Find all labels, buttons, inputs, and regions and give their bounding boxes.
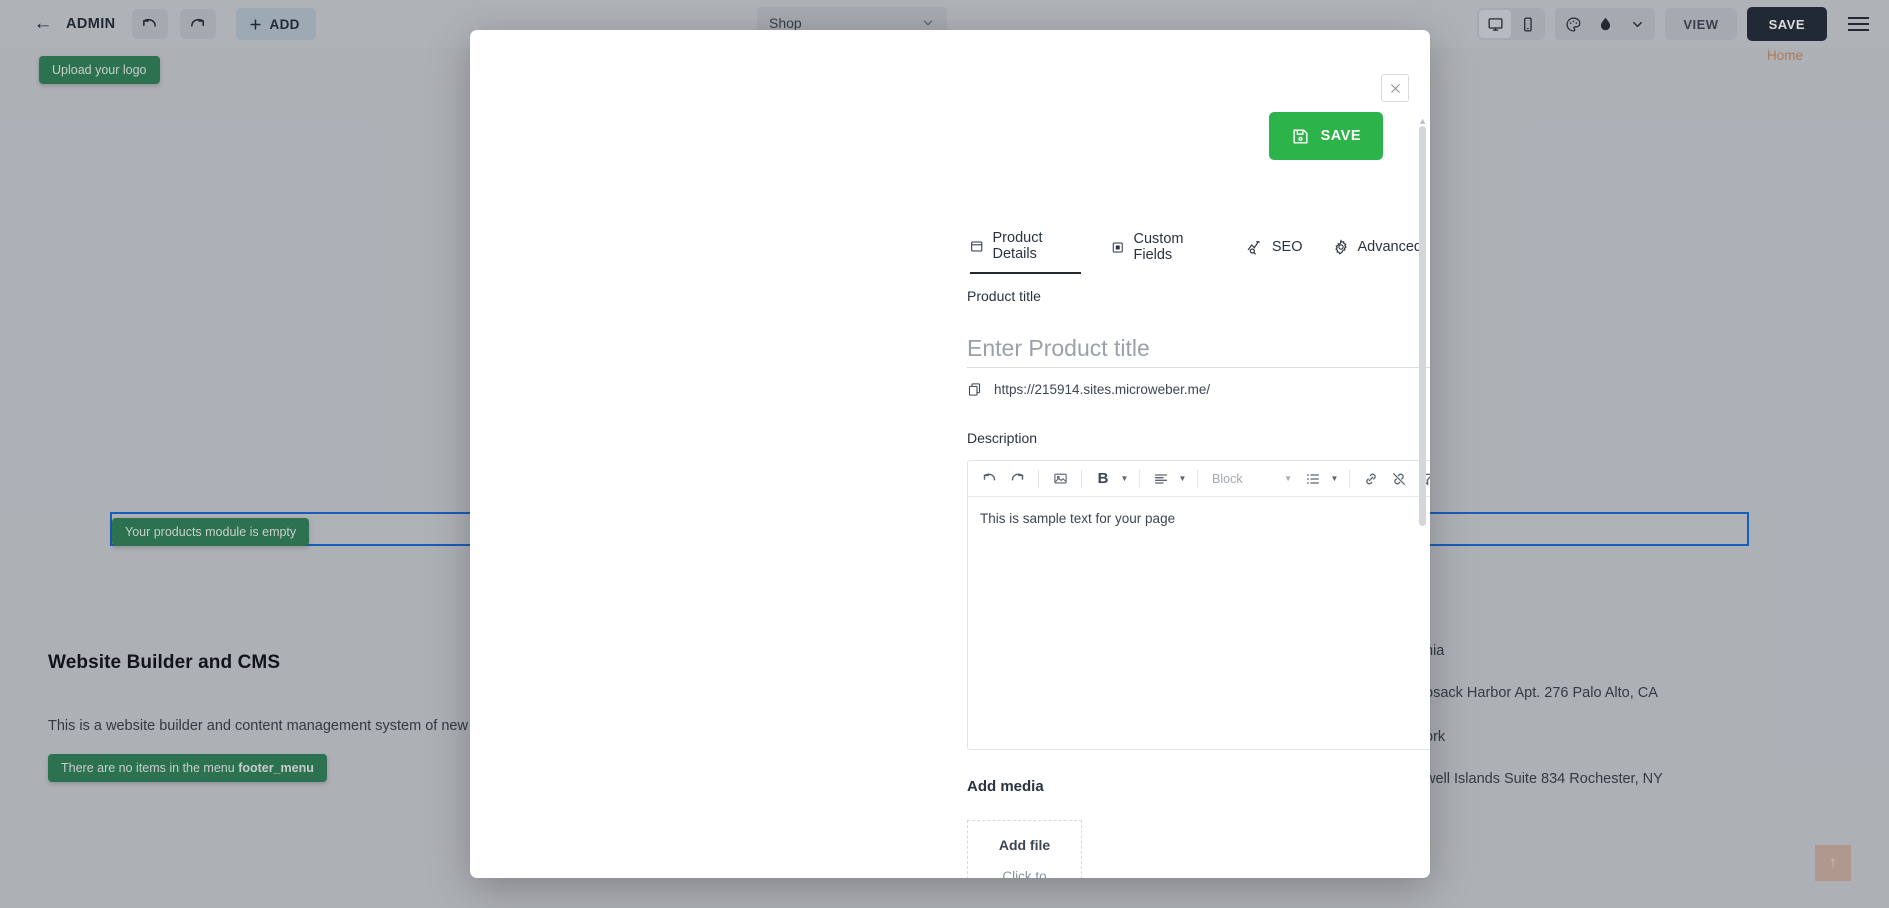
undo-icon (983, 473, 995, 481)
custom-fields-icon (1112, 241, 1123, 253)
close-icon (1390, 83, 1400, 93)
modal-tabs: Product Details Custom Fields SEO Advanc… (970, 230, 1422, 274)
product-title-input[interactable] (967, 330, 1430, 368)
chevron-down-icon: ▼ (1284, 474, 1292, 483)
description-label: Description (967, 430, 1038, 446)
unlink-icon (1393, 472, 1405, 485)
redo-icon (1011, 473, 1023, 481)
editor-align-dropdown[interactable]: ▼ (1176, 474, 1189, 483)
description-editor: B ▼ ▼ Block ▼ ▼ This is sample text for … (967, 460, 1430, 750)
editor-bold-dropdown[interactable]: ▼ (1118, 474, 1131, 483)
layout-icon (971, 240, 983, 252)
editor-undo-button[interactable] (976, 466, 1002, 492)
image-icon (1053, 473, 1067, 484)
editor-link-button[interactable] (1358, 466, 1384, 492)
tab-seo[interactable]: SEO (1247, 239, 1303, 265)
editor-toolbar: B ▼ ▼ Block ▼ ▼ (968, 461, 1430, 497)
editor-list-dropdown[interactable]: ▼ (1328, 474, 1341, 483)
product-url-text: https://215914.sites.microweber.me/ (994, 382, 1211, 397)
tab-custom-fields[interactable]: Custom Fields (1111, 231, 1217, 273)
tab-label: SEO (1271, 239, 1303, 255)
gear-icon (1334, 239, 1347, 255)
editor-unlink-button[interactable] (1386, 466, 1412, 492)
tab-label: Product Details (992, 230, 1043, 262)
copy-icon (968, 383, 981, 396)
dropzone-subtitle: Click to (1002, 869, 1047, 878)
modal-save-button[interactable]: SAVE (1268, 112, 1383, 160)
tab-product-details[interactable]: Product Details (970, 230, 1081, 274)
seo-chart-icon (1247, 241, 1260, 255)
product-title-label: Product title (967, 288, 1041, 304)
align-left-icon (1155, 473, 1167, 484)
tab-label: Custom Fields (1133, 231, 1184, 263)
dropzone-title: Add file (998, 837, 1051, 853)
toolbar-divider (1197, 469, 1198, 488)
page-root: Upload your logo Home Your products modu… (0, 0, 1889, 908)
editor-block-label: Block (1212, 471, 1243, 486)
toolbar-divider (1081, 469, 1082, 488)
product-url-row[interactable]: https://215914.sites.microweber.me/ (967, 382, 1210, 397)
tab-label: Advanced (1357, 239, 1423, 255)
toolbar-divider (1349, 469, 1350, 488)
modal-save-label: SAVE (1320, 128, 1361, 144)
add-media-label: Add media (967, 778, 1044, 795)
toolbar-divider (1038, 469, 1039, 488)
modal-scrollbar-thumb[interactable] (1419, 126, 1426, 526)
scrollbar-up-arrow[interactable]: ▲ (1418, 116, 1427, 126)
floppy-disk-icon (1293, 128, 1308, 144)
editor-insert-image-button[interactable] (1047, 466, 1073, 492)
bullet-list-icon (1307, 473, 1319, 484)
toolbar-divider (1139, 469, 1140, 488)
media-dropzone[interactable]: Add file Click to (967, 820, 1082, 878)
modal-close-button[interactable] (1381, 74, 1409, 102)
editor-align-button[interactable] (1148, 466, 1174, 492)
product-edit-modal: SAVE ▲ Product Details Custom Fields SEO (470, 30, 1430, 878)
editor-redo-button[interactable] (1004, 466, 1030, 492)
editor-bold-button[interactable]: B (1090, 466, 1116, 492)
editor-block-select[interactable]: Block ▼ (1206, 466, 1298, 492)
tab-advanced[interactable]: Advanced (1333, 239, 1423, 265)
link-icon (1366, 473, 1376, 484)
editor-list-button[interactable] (1300, 466, 1326, 492)
description-content[interactable]: This is sample text for your page (968, 497, 1430, 540)
